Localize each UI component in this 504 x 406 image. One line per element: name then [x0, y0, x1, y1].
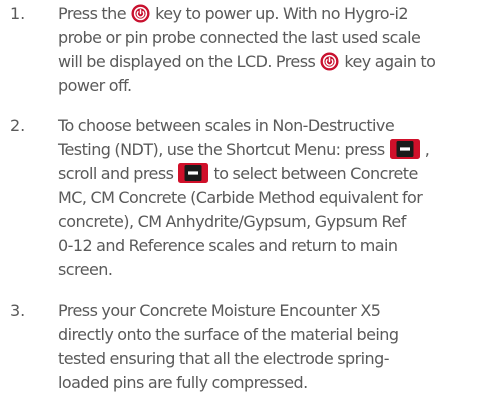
text-line: 0-12 and Reference scales and return to … [58, 236, 398, 255]
step-text: Press the key to power up. With no Hygro… [58, 2, 494, 98]
step-text: To choose between scales in Non-Destruct… [58, 114, 494, 282]
step-number: 3. [10, 301, 26, 320]
text-line: probe or pin probe connected the last us… [58, 28, 421, 47]
minus-button-icon [178, 163, 209, 183]
text-line: Testing (NDT), use the Shortcut Menu: pr… [58, 139, 430, 159]
power-button-icon [320, 52, 339, 71]
step-number: 1. [10, 4, 26, 23]
instruction-list: 1. Press the key to power up. With no Hy… [0, 0, 504, 406]
text-line: To choose between scales in Non-Destruct… [58, 116, 395, 135]
text-line: loaded pins are fully compressed. [58, 373, 308, 392]
text-line: directly onto the surface of the materia… [58, 325, 399, 344]
text-line: scroll and press to select between Concr… [58, 163, 418, 183]
step-text: Press your Concrete Moisture Encounter X… [58, 299, 494, 395]
text-line: power off. [58, 76, 132, 95]
text-line: Press the key to power up. With no Hygro… [58, 4, 409, 23]
text-line: Press your Concrete Moisture Encounter X… [58, 301, 381, 320]
step-number: 2. [10, 116, 26, 135]
power-button-icon [131, 4, 150, 23]
text-line: concrete), CM Anhydrite/Gypsum, Gypsum R… [58, 212, 406, 231]
text-line: MC, CM Concrete (Carbide Method equivale… [58, 188, 423, 207]
text-line: tested ensuring that all the electrode s… [58, 349, 390, 368]
minus-button-icon [389, 139, 420, 159]
text-line: screen. [58, 260, 113, 279]
text-line: will be displayed on the LCD. Press key … [58, 52, 436, 71]
